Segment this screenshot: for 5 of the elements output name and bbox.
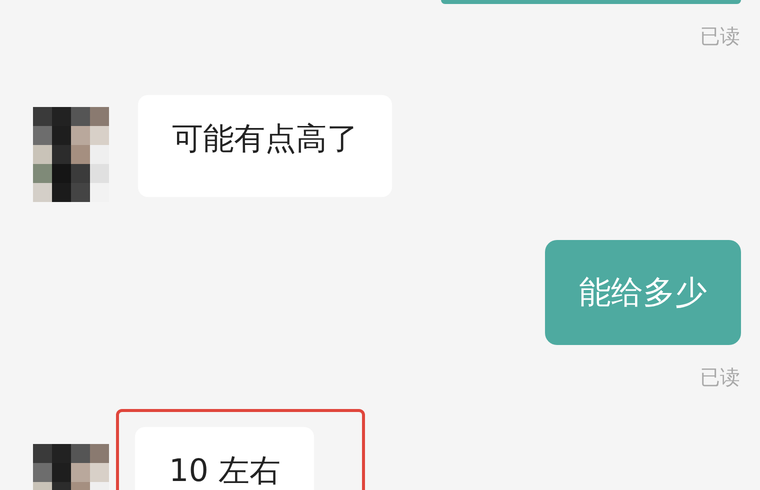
sent-message-bubble: 能给多少 [545,240,741,345]
received-message-bubble: 10 左右 [135,427,314,490]
received-message-bubble: 可能有点高了 [138,95,392,197]
read-status: 已读 [699,365,741,389]
read-status: 已读 [699,24,741,48]
